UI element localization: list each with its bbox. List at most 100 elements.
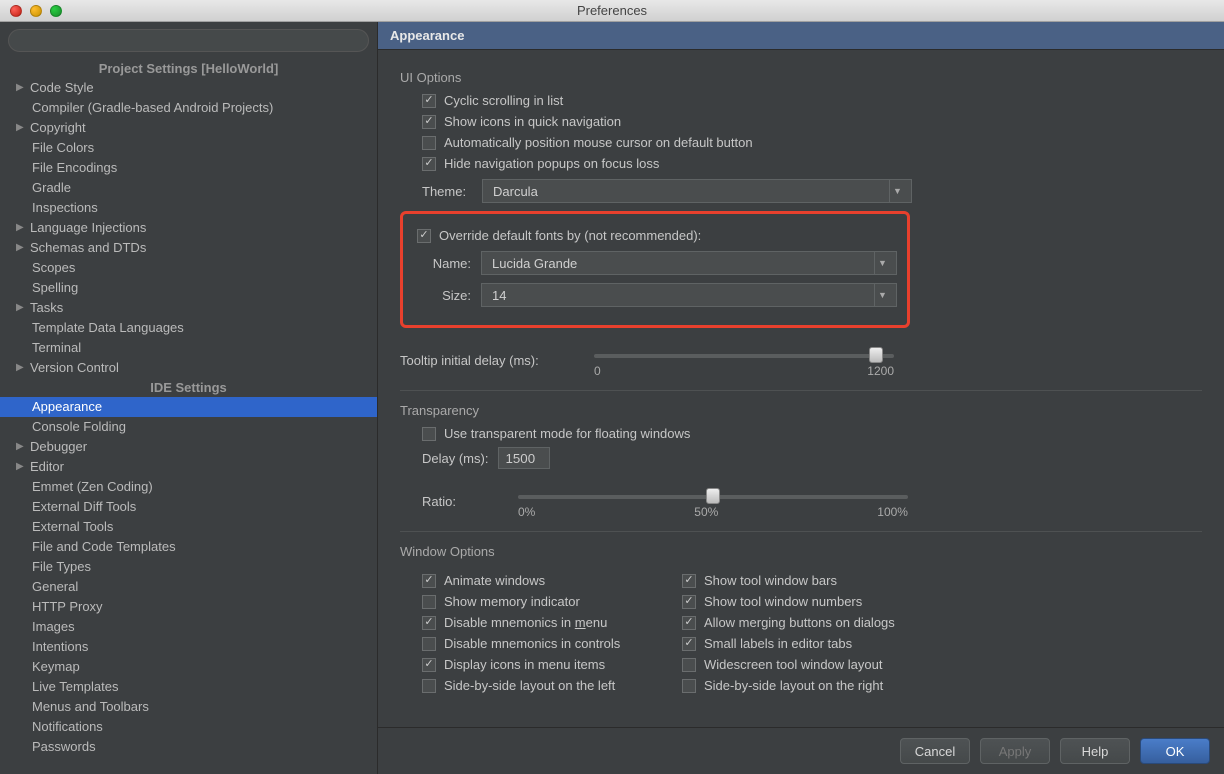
sidebar: Project Settings [HelloWorld] ▶Code Styl… — [0, 22, 378, 774]
tree-item[interactable]: Spelling — [0, 278, 377, 298]
search-input[interactable] — [8, 29, 369, 52]
tree-item[interactable]: ▶Language Injections — [0, 218, 377, 238]
ok-button[interactable]: OK — [1140, 738, 1210, 764]
tree-item[interactable]: ▶Tasks — [0, 298, 377, 318]
tree-item-label: Copyright — [30, 119, 86, 137]
label-show-numbers: Show tool window numbers — [704, 594, 862, 609]
label-widescreen: Widescreen tool window layout — [704, 657, 882, 672]
checkbox-allow-merge[interactable] — [682, 616, 696, 630]
checkbox-override-fonts[interactable] — [417, 229, 431, 243]
tooltip-max: 1200 — [867, 364, 894, 378]
font-size-value: 14 — [492, 288, 506, 303]
tree-item-label: Intentions — [32, 638, 88, 656]
label-override-fonts: Override default fonts by (not recommend… — [439, 228, 701, 243]
tree-item-label: Inspections — [32, 199, 98, 217]
tree-item-label: Spelling — [32, 279, 78, 297]
tree-item[interactable]: External Diff Tools — [0, 497, 377, 517]
tree-item[interactable]: Images — [0, 617, 377, 637]
tree-item[interactable]: Live Templates — [0, 677, 377, 697]
help-button[interactable]: Help — [1060, 738, 1130, 764]
checkbox-show-bars[interactable] — [682, 574, 696, 588]
chevron-right-icon: ▶ — [16, 438, 26, 456]
tree-item-label: Console Folding — [32, 418, 126, 436]
checkbox-show-numbers[interactable] — [682, 595, 696, 609]
tree-item[interactable]: HTTP Proxy — [0, 597, 377, 617]
chevron-right-icon: ▶ — [16, 299, 26, 317]
main-panel: Appearance UI Options Cyclic scrolling i… — [378, 22, 1224, 774]
group-ui-options: UI Options — [400, 70, 1202, 85]
ratio-mid: 50% — [694, 505, 718, 519]
checkbox-transparent-mode[interactable] — [422, 427, 436, 441]
tree-item[interactable]: Appearance — [0, 397, 377, 417]
tree-item[interactable]: Gradle — [0, 178, 377, 198]
settings-tree[interactable]: Project Settings [HelloWorld] ▶Code Styl… — [0, 59, 377, 774]
minimize-window-icon[interactable] — [30, 5, 42, 17]
delay-field[interactable] — [498, 447, 550, 469]
checkbox-icons-quicknav[interactable] — [422, 115, 436, 129]
font-name-combo[interactable]: Lucida Grande ▼ — [481, 251, 897, 275]
checkbox-memory-indicator[interactable] — [422, 595, 436, 609]
tree-item-label: Menus and Toolbars — [32, 698, 149, 716]
tree-item-label: Language Injections — [30, 219, 146, 237]
tree-item[interactable]: Keymap — [0, 657, 377, 677]
tree-item-label: Notifications — [32, 718, 103, 736]
override-fonts-highlight: Override default fonts by (not recommend… — [400, 211, 910, 328]
tree-item-label: Editor — [30, 458, 64, 476]
tooltip-delay-slider[interactable]: 0 1200 — [594, 344, 894, 376]
chevron-right-icon: ▶ — [16, 458, 26, 476]
tree-item[interactable]: Compiler (Gradle-based Android Projects) — [0, 98, 377, 118]
chevron-right-icon: ▶ — [16, 119, 26, 137]
tree-item[interactable]: File Encodings — [0, 158, 377, 178]
tree-item[interactable]: File Types — [0, 557, 377, 577]
tree-item-label: Template Data Languages — [32, 319, 184, 337]
tree-item[interactable]: Scopes — [0, 258, 377, 278]
checkbox-small-labels[interactable] — [682, 637, 696, 651]
tree-item[interactable]: Menus and Toolbars — [0, 697, 377, 717]
font-name-value: Lucida Grande — [492, 256, 577, 271]
tree-item[interactable]: General — [0, 577, 377, 597]
tree-item-label: External Diff Tools — [32, 498, 136, 516]
tree-item[interactable]: Inspections — [0, 198, 377, 218]
tree-item[interactable]: ▶Code Style — [0, 78, 377, 98]
tree-item[interactable]: Terminal — [0, 338, 377, 358]
tree-item[interactable]: ▶Debugger — [0, 437, 377, 457]
close-window-icon[interactable] — [10, 5, 22, 17]
checkbox-icons-menu-items[interactable] — [422, 658, 436, 672]
tree-item[interactable]: File Colors — [0, 138, 377, 158]
label-mnemonics-menu: Disable mnemonics in menu — [444, 615, 607, 630]
checkbox-hide-popups[interactable] — [422, 157, 436, 171]
tree-item[interactable]: File and Code Templates — [0, 537, 377, 557]
theme-value: Darcula — [493, 184, 538, 199]
window-title: Preferences — [0, 3, 1224, 18]
tree-item[interactable]: ▶Schemas and DTDs — [0, 238, 377, 258]
tree-item[interactable]: ▶Editor — [0, 457, 377, 477]
group-transparency: Transparency — [400, 403, 1202, 418]
zoom-window-icon[interactable] — [50, 5, 62, 17]
checkbox-auto-cursor[interactable] — [422, 136, 436, 150]
checkbox-cyclic-scrolling[interactable] — [422, 94, 436, 108]
checkbox-sbs-right[interactable] — [682, 679, 696, 693]
tree-item[interactable]: Intentions — [0, 637, 377, 657]
cancel-button[interactable]: Cancel — [900, 738, 970, 764]
checkbox-animate-windows[interactable] — [422, 574, 436, 588]
tree-item-label: Compiler (Gradle-based Android Projects) — [32, 99, 273, 117]
ratio-slider[interactable]: 0% 50% 100% — [518, 485, 908, 517]
tree-item[interactable]: Emmet (Zen Coding) — [0, 477, 377, 497]
checkbox-widescreen[interactable] — [682, 658, 696, 672]
font-size-combo[interactable]: 14 ▼ — [481, 283, 897, 307]
checkbox-mnemonics-controls[interactable] — [422, 637, 436, 651]
panel-body: UI Options Cyclic scrolling in list Show… — [378, 50, 1224, 727]
tree-item[interactable]: External Tools — [0, 517, 377, 537]
tree-item[interactable]: Template Data Languages — [0, 318, 377, 338]
tree-item[interactable]: Notifications — [0, 717, 377, 737]
tree-item[interactable]: Passwords — [0, 737, 377, 757]
apply-button[interactable]: Apply — [980, 738, 1050, 764]
tree-item-label: Emmet (Zen Coding) — [32, 478, 153, 496]
tree-item[interactable]: Console Folding — [0, 417, 377, 437]
label-small-labels: Small labels in editor tabs — [704, 636, 852, 651]
tree-item[interactable]: ▶Copyright — [0, 118, 377, 138]
tree-item[interactable]: ▶Version Control — [0, 358, 377, 378]
theme-combo[interactable]: Darcula ▼ — [482, 179, 912, 203]
checkbox-sbs-left[interactable] — [422, 679, 436, 693]
checkbox-mnemonics-menu[interactable] — [422, 616, 436, 630]
